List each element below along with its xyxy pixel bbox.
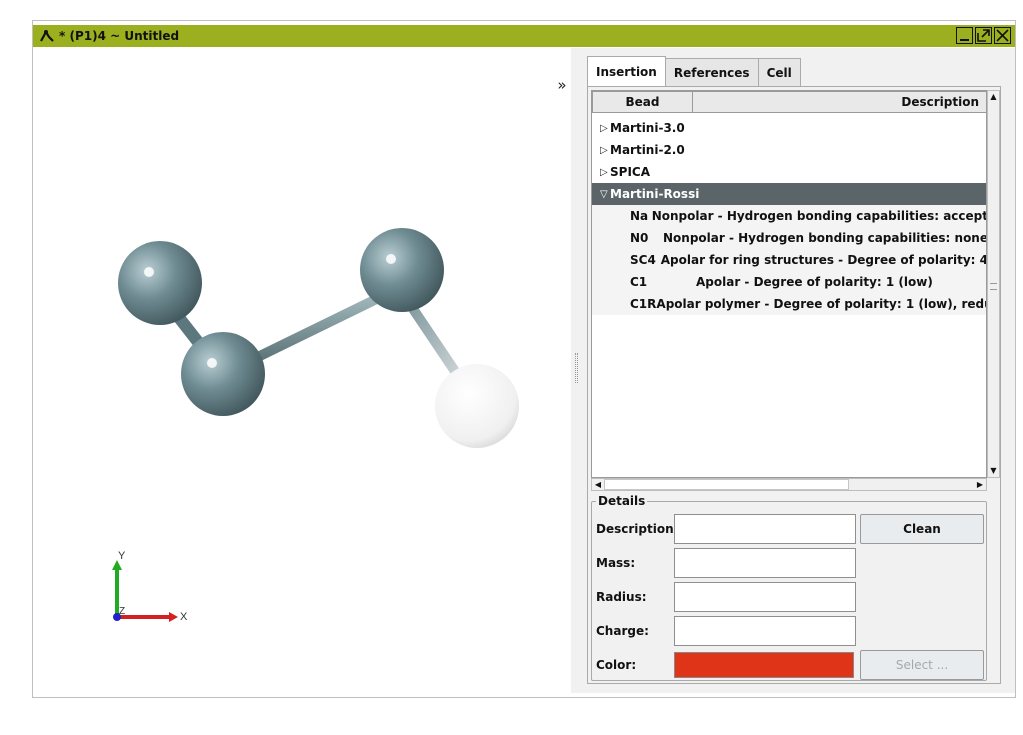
specular-highlight [144, 267, 154, 277]
color-swatch[interactable] [674, 652, 854, 678]
tree-header: Bead Description [592, 91, 986, 113]
description-label: Description: [596, 522, 679, 536]
bead-name: C1R [630, 297, 657, 311]
charge-field[interactable] [674, 616, 856, 646]
group-label: SPICA [610, 165, 650, 179]
x-axis-label: X [180, 611, 188, 623]
tree-row-bead[interactable]: Na Nonpolar - Hydrogen bonding capabilit… [592, 205, 987, 227]
window-controls [956, 27, 1011, 44]
description-field[interactable] [674, 514, 856, 544]
bead-description: Nonpolar - Hydrogen bonding capabilities… [651, 209, 987, 223]
bead-tree[interactable]: Bead Description ▷ Martini-3.0 ▷ Martini… [591, 90, 987, 478]
tree-row-bead[interactable]: SC4 Apolar for ring structures - Degree … [592, 249, 987, 271]
bead-description: Apolar for ring structures - Degree of p… [660, 253, 987, 267]
bead-name: Na [630, 209, 649, 223]
bead-atom[interactable] [435, 364, 519, 448]
charge-row: Charge: [596, 616, 856, 646]
z-axis-label: Z [119, 606, 125, 617]
maximize-icon [977, 29, 990, 42]
minimize-button[interactable] [956, 27, 973, 44]
main-window: * (P1)4 ~ Untitled X Y Z » Insertion Ref… [32, 20, 1016, 698]
tree-row-bead[interactable]: N0 Nonpolar - Hydrogen bonding capabilit… [592, 227, 987, 249]
bead-atom[interactable] [118, 241, 202, 325]
bead-name: N0 [630, 231, 649, 245]
expand-triangle-icon[interactable]: ▷ [592, 145, 610, 156]
tree-group-martini-3[interactable]: ▷ Martini-3.0 [592, 117, 986, 139]
bead-atom[interactable] [181, 332, 265, 416]
tab-bar: Insertion References Cell [587, 56, 801, 86]
group-label: Martini-2.0 [610, 143, 685, 157]
charge-label: Charge: [596, 624, 649, 638]
column-header-description[interactable]: Description [693, 91, 986, 113]
specular-highlight [386, 254, 396, 264]
clean-button[interactable]: Clean [860, 514, 984, 544]
tree-row-bead[interactable]: C1 Apolar - Degree of polarity: 1 (low) [592, 271, 986, 293]
tree-group-martini-rossi[interactable]: ▽ Martini-Rossi [592, 183, 986, 205]
mass-field[interactable] [674, 548, 856, 578]
close-button[interactable] [994, 27, 1011, 44]
details-legend: Details [596, 494, 648, 508]
select-color-button[interactable]: Select ... [860, 650, 984, 680]
scroll-grip[interactable] [990, 283, 997, 290]
expand-triangle-icon[interactable]: ▷ [592, 167, 610, 178]
scroll-down-arrow-icon[interactable]: ▼ [988, 465, 999, 477]
collapse-triangle-icon[interactable]: ▽ [592, 189, 610, 200]
bead-description: Nonpolar - Hydrogen bonding capabilities… [663, 231, 987, 245]
tree-vertical-scrollbar[interactable]: ▲ ▼ [987, 90, 1000, 478]
tree-group-spica[interactable]: ▷ SPICA [592, 161, 986, 183]
radius-row: Radius: [596, 582, 856, 612]
tree-group-martini-2[interactable]: ▷ Martini-2.0 [592, 139, 986, 161]
color-row: Color: [596, 650, 854, 680]
tree-rows: ▷ Martini-3.0 ▷ Martini-2.0 ▷ SPICA ▽ Ma… [592, 117, 987, 315]
group-label: Martini-3.0 [610, 121, 685, 135]
molecule-viewport[interactable]: X Y Z » [37, 48, 571, 693]
side-panel: Insertion References Cell Bead Descripti… [583, 48, 1015, 693]
scroll-right-arrow-icon[interactable]: ▶ [974, 479, 986, 490]
tab-insertion[interactable]: Insertion [587, 56, 666, 86]
tree-horizontal-scrollbar[interactable]: ◀ ▶ [591, 478, 987, 491]
expand-triangle-icon[interactable]: ▷ [592, 123, 610, 134]
scroll-left-arrow-icon[interactable]: ◀ [592, 479, 604, 490]
y-axis-label: Y [118, 550, 126, 562]
scroll-up-arrow-icon[interactable]: ▲ [988, 91, 999, 103]
mass-row: Mass: [596, 548, 856, 578]
mass-label: Mass: [596, 556, 636, 570]
minimize-icon [960, 39, 969, 41]
tab-cell[interactable]: Cell [757, 58, 801, 86]
molecule-app-icon [40, 29, 54, 43]
martini-rossi-children: Na Nonpolar - Hydrogen bonding capabilit… [592, 205, 987, 315]
expand-panel-button[interactable]: » [553, 78, 571, 94]
bead-name: C1 [630, 275, 648, 289]
scroll-thumb[interactable] [604, 479, 849, 490]
radius-label: Radius: [596, 590, 647, 604]
details-group: Details Description: Clean Mass: Radius:… [591, 494, 987, 681]
tab-references[interactable]: References [664, 58, 759, 86]
tree-row-bead[interactable]: C1R Apolar polymer - Degree of polarity:… [592, 293, 987, 315]
splitter-grip[interactable] [575, 353, 578, 383]
radius-field[interactable] [674, 582, 856, 612]
bead-description: Apolar - Degree of polarity: 1 (low) [696, 275, 933, 289]
axes-indicator: X Y Z [112, 550, 188, 623]
bead-atom[interactable] [360, 228, 444, 312]
maximize-button[interactable] [975, 27, 992, 44]
title-bar[interactable]: * (P1)4 ~ Untitled [33, 25, 1015, 47]
x-axis-arrow [169, 612, 178, 622]
column-header-bead[interactable]: Bead [592, 91, 693, 113]
color-label: Color: [596, 658, 637, 672]
insertion-tab-content: Bead Description ▷ Martini-3.0 ▷ Martini… [587, 86, 1001, 684]
close-icon [996, 29, 1009, 42]
window-title: * (P1)4 ~ Untitled [59, 29, 180, 43]
molecule-scene[interactable]: X Y Z [37, 48, 571, 693]
panel-splitter[interactable] [571, 48, 583, 693]
bead-description: Apolar polymer - Degree of polarity: 1 (… [656, 297, 987, 311]
description-row: Description: [596, 514, 856, 544]
group-label: Martini-Rossi [610, 187, 700, 201]
bead-name: SC4 [630, 253, 656, 267]
specular-highlight [207, 358, 217, 368]
